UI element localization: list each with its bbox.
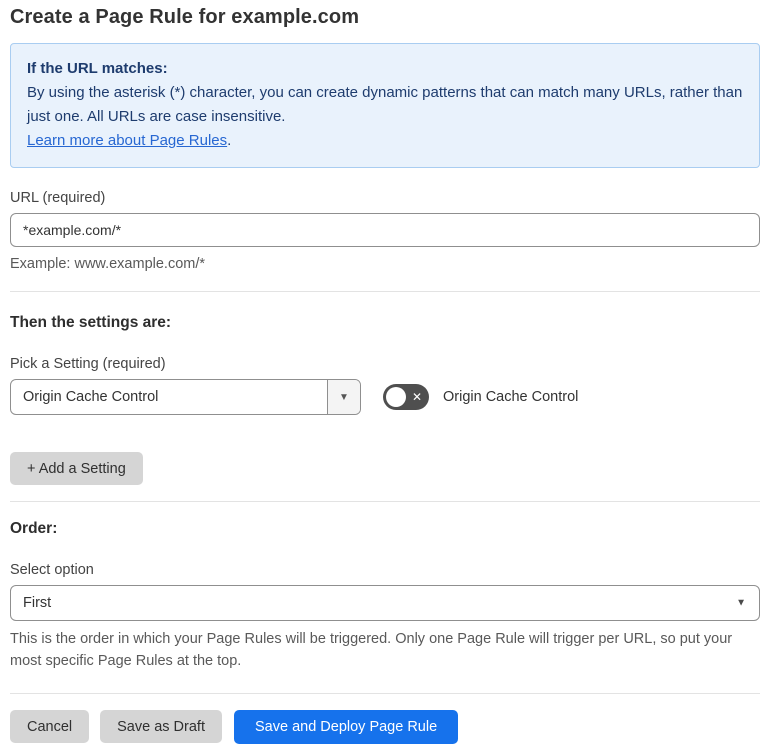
toggle-label: Origin Cache Control <box>443 389 579 406</box>
url-example-helper: Example: www.example.com/* <box>10 256 206 272</box>
settings-section-heading: Then the settings are: <box>10 314 172 332</box>
chevron-down-icon[interactable]: ▼ <box>327 380 360 415</box>
url-field-label: URL (required) <box>10 190 106 206</box>
add-setting-button[interactable]: + Add a Setting <box>10 452 143 486</box>
divider <box>10 291 760 293</box>
page-title: Create a Page Rule for example.com <box>10 6 360 28</box>
setting-picker-value: Origin Cache Control <box>23 389 159 406</box>
learn-more-link[interactable]: Learn more about Page Rules <box>27 132 227 149</box>
save-and-deploy-button[interactable]: Save and Deploy Page Rule <box>233 709 459 744</box>
order-section-heading: Order: <box>10 520 58 538</box>
save-as-draft-button[interactable]: Save as Draft <box>100 710 222 744</box>
link-suffix: . <box>227 132 232 149</box>
divider <box>10 692 760 694</box>
info-box-body: By using the asterisk (*) character, you… <box>27 81 743 129</box>
chevron-down-icon: ▼ <box>736 597 746 609</box>
cancel-button[interactable]: Cancel <box>10 710 90 744</box>
info-box-link-line: Learn more about Page Rules. <box>27 129 743 153</box>
url-match-info-box: If the URL matches: By using the asteris… <box>10 43 760 168</box>
info-box-heading: If the URL matches: <box>27 60 168 77</box>
order-helper-text: This is the order in which your Page Rul… <box>10 631 733 670</box>
setting-row: Origin Cache Control ▼ ✕ Origin Cache Co… <box>10 379 760 416</box>
order-select-label: Select option <box>10 562 94 579</box>
create-page-rule-form: Create a Page Rule for example.com If th… <box>0 0 770 744</box>
divider <box>10 501 760 503</box>
info-box-body-text: By using the asterisk (*) character, you… <box>27 84 743 125</box>
pick-setting-label: Pick a Setting (required) <box>10 356 166 373</box>
order-select[interactable]: First ▼ <box>10 585 760 622</box>
footer-actions: Cancel Save as Draft Save and Deploy Pag… <box>10 709 760 744</box>
url-field-group: URL (required) Example: www.example.com/… <box>10 190 760 275</box>
url-input[interactable] <box>10 213 760 247</box>
setting-picker-select[interactable]: Origin Cache Control ▼ <box>10 379 361 416</box>
order-select-value: First <box>23 595 52 612</box>
toggle-knob <box>386 387 406 408</box>
toggle-off-icon: ✕ <box>411 390 422 405</box>
origin-cache-control-toggle[interactable]: ✕ <box>383 384 429 411</box>
